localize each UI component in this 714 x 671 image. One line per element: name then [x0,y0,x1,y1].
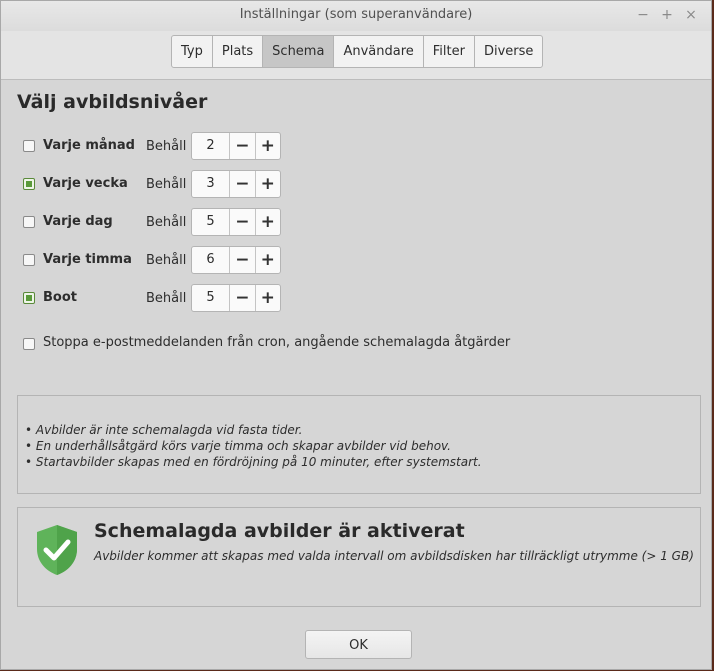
decrement-button[interactable]: − [230,209,256,235]
level-row-monthly: Varje månad Behåll 2 − + [23,132,323,162]
level-label: Varje dag [43,214,113,229]
tab-bar: Typ Plats Schema Användare Filter Divers… [171,35,544,68]
level-label: Varje månad [43,138,135,153]
tab-schema[interactable]: Schema [263,36,335,67]
level-label: Varje vecka [43,176,128,191]
level-row-hourly: Varje timma Behåll 6 − + [23,246,323,276]
ok-button[interactable]: OK [305,630,412,659]
keep-value-input[interactable]: 3 [192,171,231,197]
keep-value-input[interactable]: 5 [192,285,231,311]
daily-keep-stepper: 5 − + [191,208,281,236]
tab-header: Typ Plats Schema Användare Filter Divers… [1,31,711,80]
close-icon[interactable]: × [685,7,697,23]
daily-checkbox[interactable] [23,216,35,228]
shield-check-icon [37,525,77,575]
cron-email-row: Stoppa e-postmeddelanden från cron, angå… [23,335,523,355]
level-row-weekly: Varje vecka Behåll 3 − + [23,170,323,200]
level-row-daily: Varje dag Behåll 5 − + [23,208,323,238]
tab-anvandare[interactable]: Användare [334,36,424,67]
info-box: • Avbilder är inte schemalagda vid fasta… [17,395,701,494]
info-line: • Startavbilder skapas med en fördröjnin… [25,455,482,469]
tab-plats[interactable]: Plats [213,36,264,67]
status-title: Schemalagda avbilder är aktiverat [94,520,465,542]
window-controls: − + × [637,7,697,23]
increment-button[interactable]: + [256,209,280,235]
keep-value-input[interactable]: 2 [192,133,231,159]
settings-window: Inställningar (som superanvändare) − + ×… [0,0,712,670]
boot-checkbox[interactable] [23,292,35,304]
tab-typ[interactable]: Typ [172,36,213,67]
monthly-checkbox[interactable] [23,140,35,152]
keep-label: Behåll [146,139,187,154]
decrement-button[interactable]: − [230,133,256,159]
schedule-panel: Välj avbildsnivåer Varje månad Behåll 2 … [1,80,711,669]
weekly-checkbox[interactable] [23,178,35,190]
level-label: Varje timma [43,252,132,267]
tab-diverse[interactable]: Diverse [475,36,542,67]
increment-button[interactable]: + [256,285,280,311]
status-box: Schemalagda avbilder är aktiverat Avbild… [17,507,701,607]
increment-button[interactable]: + [256,133,280,159]
decrement-button[interactable]: − [230,247,256,273]
decrement-button[interactable]: − [230,171,256,197]
increment-button[interactable]: + [256,171,280,197]
level-row-boot: Boot Behåll 5 − + [23,284,323,314]
info-line: • En underhållsåtgärd körs varje timma o… [25,439,451,453]
boot-keep-stepper: 5 − + [191,284,281,312]
decrement-button[interactable]: − [230,285,256,311]
title-bar: Inställningar (som superanvändare) − + × [1,1,711,31]
increment-button[interactable]: + [256,247,280,273]
monthly-keep-stepper: 2 − + [191,132,281,160]
keep-value-input[interactable]: 5 [192,209,231,235]
keep-value-input[interactable]: 6 [192,247,231,273]
weekly-keep-stepper: 3 − + [191,170,281,198]
maximize-icon[interactable]: + [661,7,673,23]
status-description: Avbilder kommer att skapas med valda int… [94,549,694,563]
keep-label: Behåll [146,291,187,306]
level-label: Boot [43,290,77,305]
hourly-checkbox[interactable] [23,254,35,266]
keep-label: Behåll [146,215,187,230]
minimize-icon[interactable]: − [637,7,649,23]
tab-filter[interactable]: Filter [424,36,475,67]
cron-email-checkbox[interactable] [23,338,35,350]
hourly-keep-stepper: 6 − + [191,246,281,274]
keep-label: Behåll [146,253,187,268]
window-title: Inställningar (som superanvändare) [239,7,473,22]
info-line: • Avbilder är inte schemalagda vid fasta… [25,423,303,437]
page-title: Välj avbildsnivåer [17,91,208,113]
cron-email-label: Stoppa e-postmeddelanden från cron, angå… [43,335,511,350]
keep-label: Behåll [146,177,187,192]
